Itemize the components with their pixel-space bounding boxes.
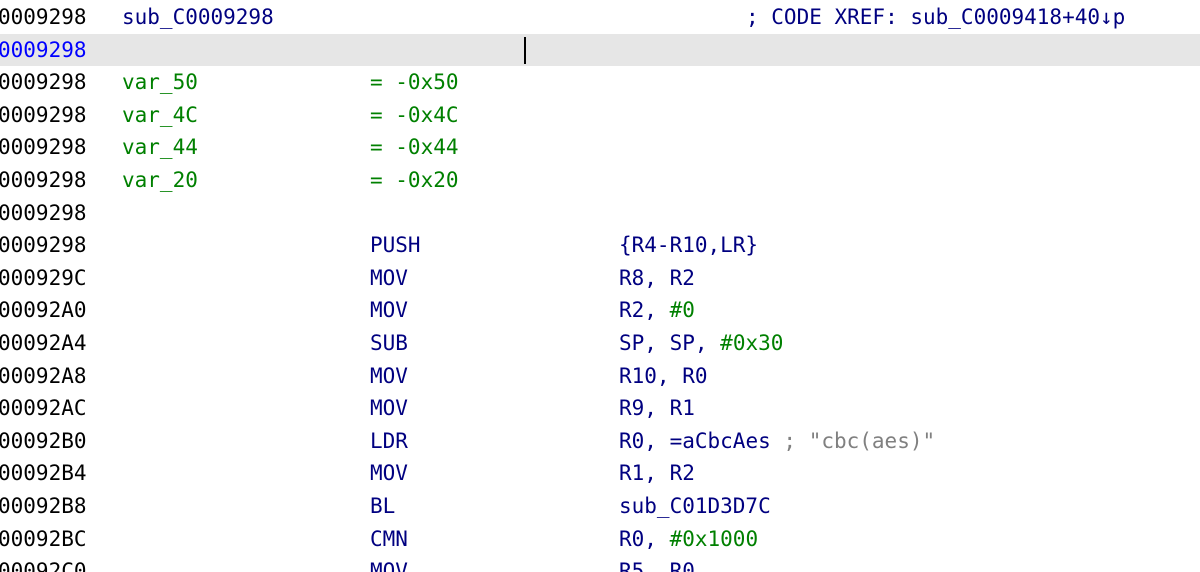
mnemonic[interactable]: MOV: [370, 392, 408, 424]
address[interactable]: 00092C0: [0, 555, 87, 572]
mnemonic[interactable]: MOV: [370, 294, 408, 326]
disasm-line[interactable]: 0009298 sub_C0009298 ; CODE XREF: sub_C000…: [0, 1, 1200, 33]
stack-var-offset: = -0x44: [370, 135, 459, 160]
address[interactable]: 00092B4: [0, 457, 87, 489]
disasm-line[interactable]: 0009298: [0, 33, 1200, 66]
address[interactable]: 00092A0: [0, 294, 87, 326]
operand[interactable]: R9,: [619, 396, 657, 420]
address[interactable]: 0009298: [0, 164, 87, 196]
operands[interactable]: R10, R0: [619, 360, 708, 392]
operand[interactable]: R10,: [619, 364, 670, 388]
disasm-line[interactable]: 00092C0 MOV R5, R0: [0, 555, 1200, 572]
address[interactable]: 0009298: [0, 229, 87, 261]
address[interactable]: 00092AC: [0, 392, 87, 424]
immediate-operand[interactable]: #0x1000: [670, 527, 759, 551]
address[interactable]: 00092A4: [0, 327, 87, 359]
address[interactable]: 0009298: [0, 99, 87, 131]
operands[interactable]: R0, =aCbcAes ; "cbc(aes)": [619, 425, 935, 457]
disasm-line[interactable]: 0009298 var_44 = -0x44: [0, 131, 1200, 163]
operands[interactable]: R0, #0x1000: [619, 523, 758, 555]
operand[interactable]: sub_C01D3D7C: [619, 494, 771, 518]
operands[interactable]: {R4-R10,LR}: [619, 229, 758, 261]
operand[interactable]: R0,: [619, 429, 657, 453]
operand[interactable]: R1,: [619, 461, 657, 485]
immediate-operand[interactable]: #0: [670, 298, 695, 322]
operands[interactable]: SP, SP, #0x30: [619, 327, 783, 359]
disasm-line[interactable]: 00092AC MOV R9, R1: [0, 392, 1200, 424]
operand[interactable]: =aCbcAes: [670, 429, 771, 453]
operand[interactable]: R0: [682, 364, 707, 388]
disassembly-view[interactable]: 0009298 sub_C0009298 ; CODE XREF: sub_C000…: [0, 0, 1200, 572]
mnemonic[interactable]: MOV: [370, 262, 408, 294]
address[interactable]: 00092B0: [0, 425, 87, 457]
operand[interactable]: R2: [670, 461, 695, 485]
operand[interactable]: R2,: [619, 298, 657, 322]
function-name[interactable]: sub_C0009298: [122, 1, 274, 33]
stack-var-offset: = -0x20: [370, 168, 459, 192]
disasm-line[interactable]: 00092A4 SUB SP, SP, #0x30: [0, 327, 1200, 359]
mnemonic[interactable]: MOV: [370, 457, 408, 489]
disasm-line[interactable]: 00092A8 MOV R10, R0: [0, 360, 1200, 392]
address[interactable]: 00092BC: [0, 523, 87, 555]
stack-var-offset: = -0x50: [370, 70, 459, 95]
disasm-line[interactable]: 000929C MOV R8, R2: [0, 262, 1200, 294]
disasm-line[interactable]: 0009298 var_4C = -0x4C: [0, 99, 1200, 131]
operands[interactable]: R1, R2: [619, 457, 695, 489]
mnemonic[interactable]: SUB: [370, 327, 408, 359]
operand[interactable]: R0,: [619, 527, 657, 551]
mnemonic[interactable]: MOV: [370, 555, 408, 572]
address[interactable]: 0009298: [0, 131, 87, 163]
string-comment: ; "cbc(aes)": [783, 428, 936, 453]
address[interactable]: 0009298: [0, 34, 87, 66]
disasm-line[interactable]: 0009298 var_20 = -0x20: [0, 164, 1200, 196]
address[interactable]: 00092A8: [0, 360, 87, 392]
stack-var-name[interactable]: var_50: [122, 66, 198, 98]
mnemonic[interactable]: CMN: [370, 523, 408, 555]
mnemonic[interactable]: MOV: [370, 360, 408, 392]
disasm-line[interactable]: 0009298 var_50 = -0x50: [0, 66, 1200, 98]
operand[interactable]: R0: [670, 559, 695, 572]
immediate-operand[interactable]: #0x30: [720, 331, 783, 355]
text-cursor: [524, 36, 526, 64]
address[interactable]: 0009298: [0, 1, 87, 33]
operands[interactable]: R8, R2: [619, 262, 695, 294]
disasm-line[interactable]: 0009298: [0, 197, 1200, 229]
operands[interactable]: R9, R1: [619, 392, 695, 424]
stack-var-name[interactable]: var_4C: [122, 99, 198, 131]
disasm-line[interactable]: 00092B0 LDR R0, =aCbcAes ; "cbc(aes)": [0, 425, 1200, 457]
mnemonic[interactable]: BL: [370, 490, 395, 522]
disasm-line[interactable]: 00092B8 BL sub_C01D3D7C: [0, 490, 1200, 522]
operands[interactable]: sub_C01D3D7C: [619, 490, 771, 522]
stack-var-offset: = -0x4C: [370, 102, 459, 127]
operand[interactable]: R1: [670, 396, 695, 420]
disasm-line[interactable]: 00092BC CMN R0, #0x1000: [0, 523, 1200, 555]
address[interactable]: 0009298: [0, 66, 87, 98]
address[interactable]: 00092B8: [0, 490, 87, 522]
mnemonic[interactable]: LDR: [370, 425, 408, 457]
stack-var-name[interactable]: var_44: [122, 131, 198, 163]
address[interactable]: 0009298: [0, 197, 87, 229]
mnemonic[interactable]: PUSH: [370, 229, 421, 261]
operand[interactable]: R5,: [619, 559, 657, 572]
disasm-line[interactable]: 00092B4 MOV R1, R2: [0, 457, 1200, 489]
operands[interactable]: R5, R0: [619, 555, 695, 572]
xref-comment[interactable]: ; CODE XREF: sub_C0009418+40↓p: [746, 1, 1125, 33]
address[interactable]: 000929C: [0, 262, 87, 294]
disasm-line[interactable]: 00092A0 MOV R2, #0: [0, 294, 1200, 326]
stack-var-name[interactable]: var_20: [122, 164, 198, 196]
operand[interactable]: R2: [670, 266, 695, 290]
disasm-line[interactable]: 0009298 PUSH {R4-R10,LR}: [0, 229, 1200, 261]
operands[interactable]: R2, #0: [619, 294, 695, 326]
operand[interactable]: R8,: [619, 266, 657, 290]
operand[interactable]: SP, SP,: [619, 331, 708, 355]
